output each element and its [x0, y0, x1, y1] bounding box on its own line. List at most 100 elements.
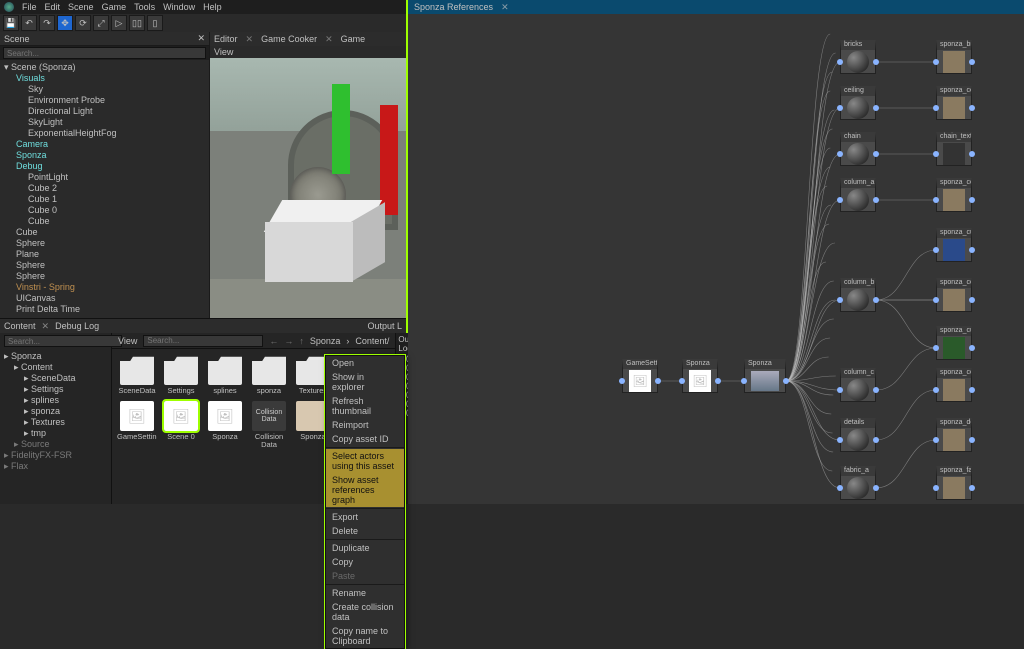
graph-node[interactable]: sponza_curtain_blue_diff [936, 228, 972, 262]
scale-tool[interactable]: ⤢ [93, 15, 109, 31]
tree-node[interactable]: Sphere [0, 260, 209, 271]
graph-node[interactable]: bricks [840, 40, 876, 74]
folder-node[interactable]: ▸ Sponza [0, 351, 111, 362]
tree-node[interactable]: ExponentialHeightFog [0, 128, 209, 139]
tree-node[interactable]: Environment Probe [0, 95, 209, 106]
tab-editor[interactable]: Editor [214, 34, 238, 44]
tab-debug-log[interactable]: Debug Log [55, 321, 99, 331]
undo-button[interactable]: ↶ [21, 15, 37, 31]
step-button[interactable]: ▯ [147, 15, 163, 31]
tree-node[interactable]: Sponza [0, 150, 209, 161]
tree-node[interactable]: Visuals [0, 73, 209, 84]
asset-item[interactable]: GameSettings [118, 401, 156, 449]
context-menu-item[interactable]: Export [326, 510, 404, 524]
tree-node[interactable]: PointLight [0, 172, 209, 183]
references-graph-pane[interactable]: Sponza References ✕ GameSettingsSponzaSp… [408, 0, 1024, 504]
tree-node[interactable]: Sky [0, 84, 209, 95]
nav-up-icon[interactable]: ↑ [299, 336, 304, 346]
context-menu-item[interactable]: Reimport [326, 418, 404, 432]
tab-content[interactable]: Content [4, 321, 36, 331]
scene-search-input[interactable] [3, 47, 206, 59]
graph-node[interactable]: sponza_column_a_diff [936, 178, 972, 212]
asset-item[interactable]: Scene 0 [162, 401, 200, 449]
menu-file[interactable]: File [22, 2, 37, 12]
tab-game-cooker[interactable]: Game Cooker [261, 34, 317, 44]
tree-node[interactable]: Camera [0, 139, 209, 150]
menu-edit[interactable]: Edit [45, 2, 61, 12]
graph-node[interactable]: Sponza [682, 359, 718, 393]
close-icon[interactable]: ✕ [42, 321, 50, 332]
context-menu-item[interactable]: Duplicate [326, 541, 404, 555]
folder-node[interactable]: ▸ SceneData [0, 373, 111, 384]
breadcrumb-root[interactable]: Sponza [310, 336, 341, 346]
editor-panel-tabs[interactable]: Editor ✕ Game Cooker ✕ Game [210, 32, 406, 46]
content-folder-tree[interactable]: ▸ Sponza▸ Content▸ SceneData▸ Settings ▸ … [0, 349, 111, 504]
tree-node[interactable]: Debug [0, 161, 209, 172]
scene-tree[interactable]: ▾ Scene (Sponza)VisualsSkyEnvironment Pr… [0, 60, 209, 318]
tree-node[interactable]: ▾ Scene (Sponza) [0, 62, 209, 73]
folder-node[interactable]: ▸ Settings [0, 384, 111, 395]
view-toggle[interactable]: View [118, 336, 137, 346]
folder-node[interactable]: ▸ sponza [0, 406, 111, 417]
content-search-input[interactable] [143, 335, 263, 347]
menu-window[interactable]: Window [163, 2, 195, 12]
context-menu-item[interactable]: Paste [326, 569, 404, 583]
context-menu-item[interactable]: Create collision data [326, 600, 404, 624]
close-icon[interactable]: ✕ [197, 33, 205, 44]
graph-node[interactable]: sponza_ceiling_a_diff [936, 86, 972, 120]
context-menu-item[interactable]: Rename [326, 586, 404, 600]
graph-node[interactable]: ceiling [840, 86, 876, 120]
tree-node[interactable]: Cube [0, 227, 209, 238]
asset-item[interactable]: Collision DataCollision Data [250, 401, 288, 449]
content-tree-search[interactable] [4, 335, 122, 347]
context-menu-item[interactable]: Show asset references graph [326, 473, 404, 507]
viewport-view-menu[interactable]: View [214, 47, 233, 57]
menu-tools[interactable]: Tools [134, 2, 155, 12]
graph-node[interactable]: column_a [840, 178, 876, 212]
folder-node[interactable]: ▸ Source [0, 439, 111, 450]
tree-node[interactable]: Cube 1 [0, 194, 209, 205]
folder-node[interactable]: ▸ Textures [0, 417, 111, 428]
graph-node[interactable]: sponza_bricks_a_diff [936, 40, 972, 74]
asset-item[interactable]: sponza [250, 355, 288, 395]
rotate-tool[interactable]: ⟳ [75, 15, 91, 31]
redo-button[interactable]: ↷ [39, 15, 55, 31]
output-log-label[interactable]: Output L [367, 321, 402, 331]
asset-context-menu[interactable]: OpenShow in explorerRefresh thumbnailRei… [325, 355, 405, 649]
context-menu-item[interactable]: Copy [326, 555, 404, 569]
graph-node[interactable]: chain [840, 132, 876, 166]
tree-node[interactable]: UICanvas [0, 293, 209, 304]
menu-game[interactable]: Game [102, 2, 127, 12]
close-icon[interactable]: ✕ [501, 2, 509, 13]
folder-node[interactable]: ▸ FidelityFX-FSR [0, 450, 111, 461]
pause-button[interactable]: ▯▯ [129, 15, 145, 31]
tree-node[interactable]: Cube 2 [0, 183, 209, 194]
context-menu-item[interactable]: Copy asset ID [326, 432, 404, 446]
tree-node[interactable]: Cube [0, 216, 209, 227]
asset-item[interactable]: splines [206, 355, 244, 395]
graph-node[interactable]: chain_texture [936, 132, 972, 166]
save-button[interactable]: 💾 [3, 15, 19, 31]
tree-node[interactable]: Sphere [0, 271, 209, 282]
tree-node[interactable]: Directional Light [0, 106, 209, 117]
graph-node[interactable]: GameSettings [622, 359, 658, 393]
tree-node[interactable]: SkyLight [0, 117, 209, 128]
graph-node[interactable]: column_c [840, 368, 876, 402]
folder-node[interactable]: ▸ tmp [0, 428, 111, 439]
graph-node[interactable]: sponza_curtain_green_diff [936, 326, 972, 360]
tab-game[interactable]: Game [341, 34, 366, 44]
asset-item[interactable]: Settings [162, 355, 200, 395]
breadcrumb-folder[interactable]: Content/ [355, 336, 389, 346]
menu-scene[interactable]: Scene [68, 2, 94, 12]
play-button[interactable]: ▷ [111, 15, 127, 31]
graph-node[interactable]: Sponza [744, 359, 786, 393]
graph-node[interactable]: details [840, 418, 876, 452]
graph-node[interactable]: sponza_details_diff [936, 418, 972, 452]
context-menu-item[interactable]: Delete [326, 524, 404, 538]
asset-item[interactable]: SceneData [118, 355, 156, 395]
folder-node[interactable]: ▸ Flax [0, 461, 111, 472]
asset-item[interactable]: Sponza [206, 401, 244, 449]
tree-node[interactable]: Vinstri - Spring [0, 282, 209, 293]
folder-node[interactable]: ▸ Content [0, 362, 111, 373]
context-menu-item[interactable]: Refresh thumbnail [326, 394, 404, 418]
